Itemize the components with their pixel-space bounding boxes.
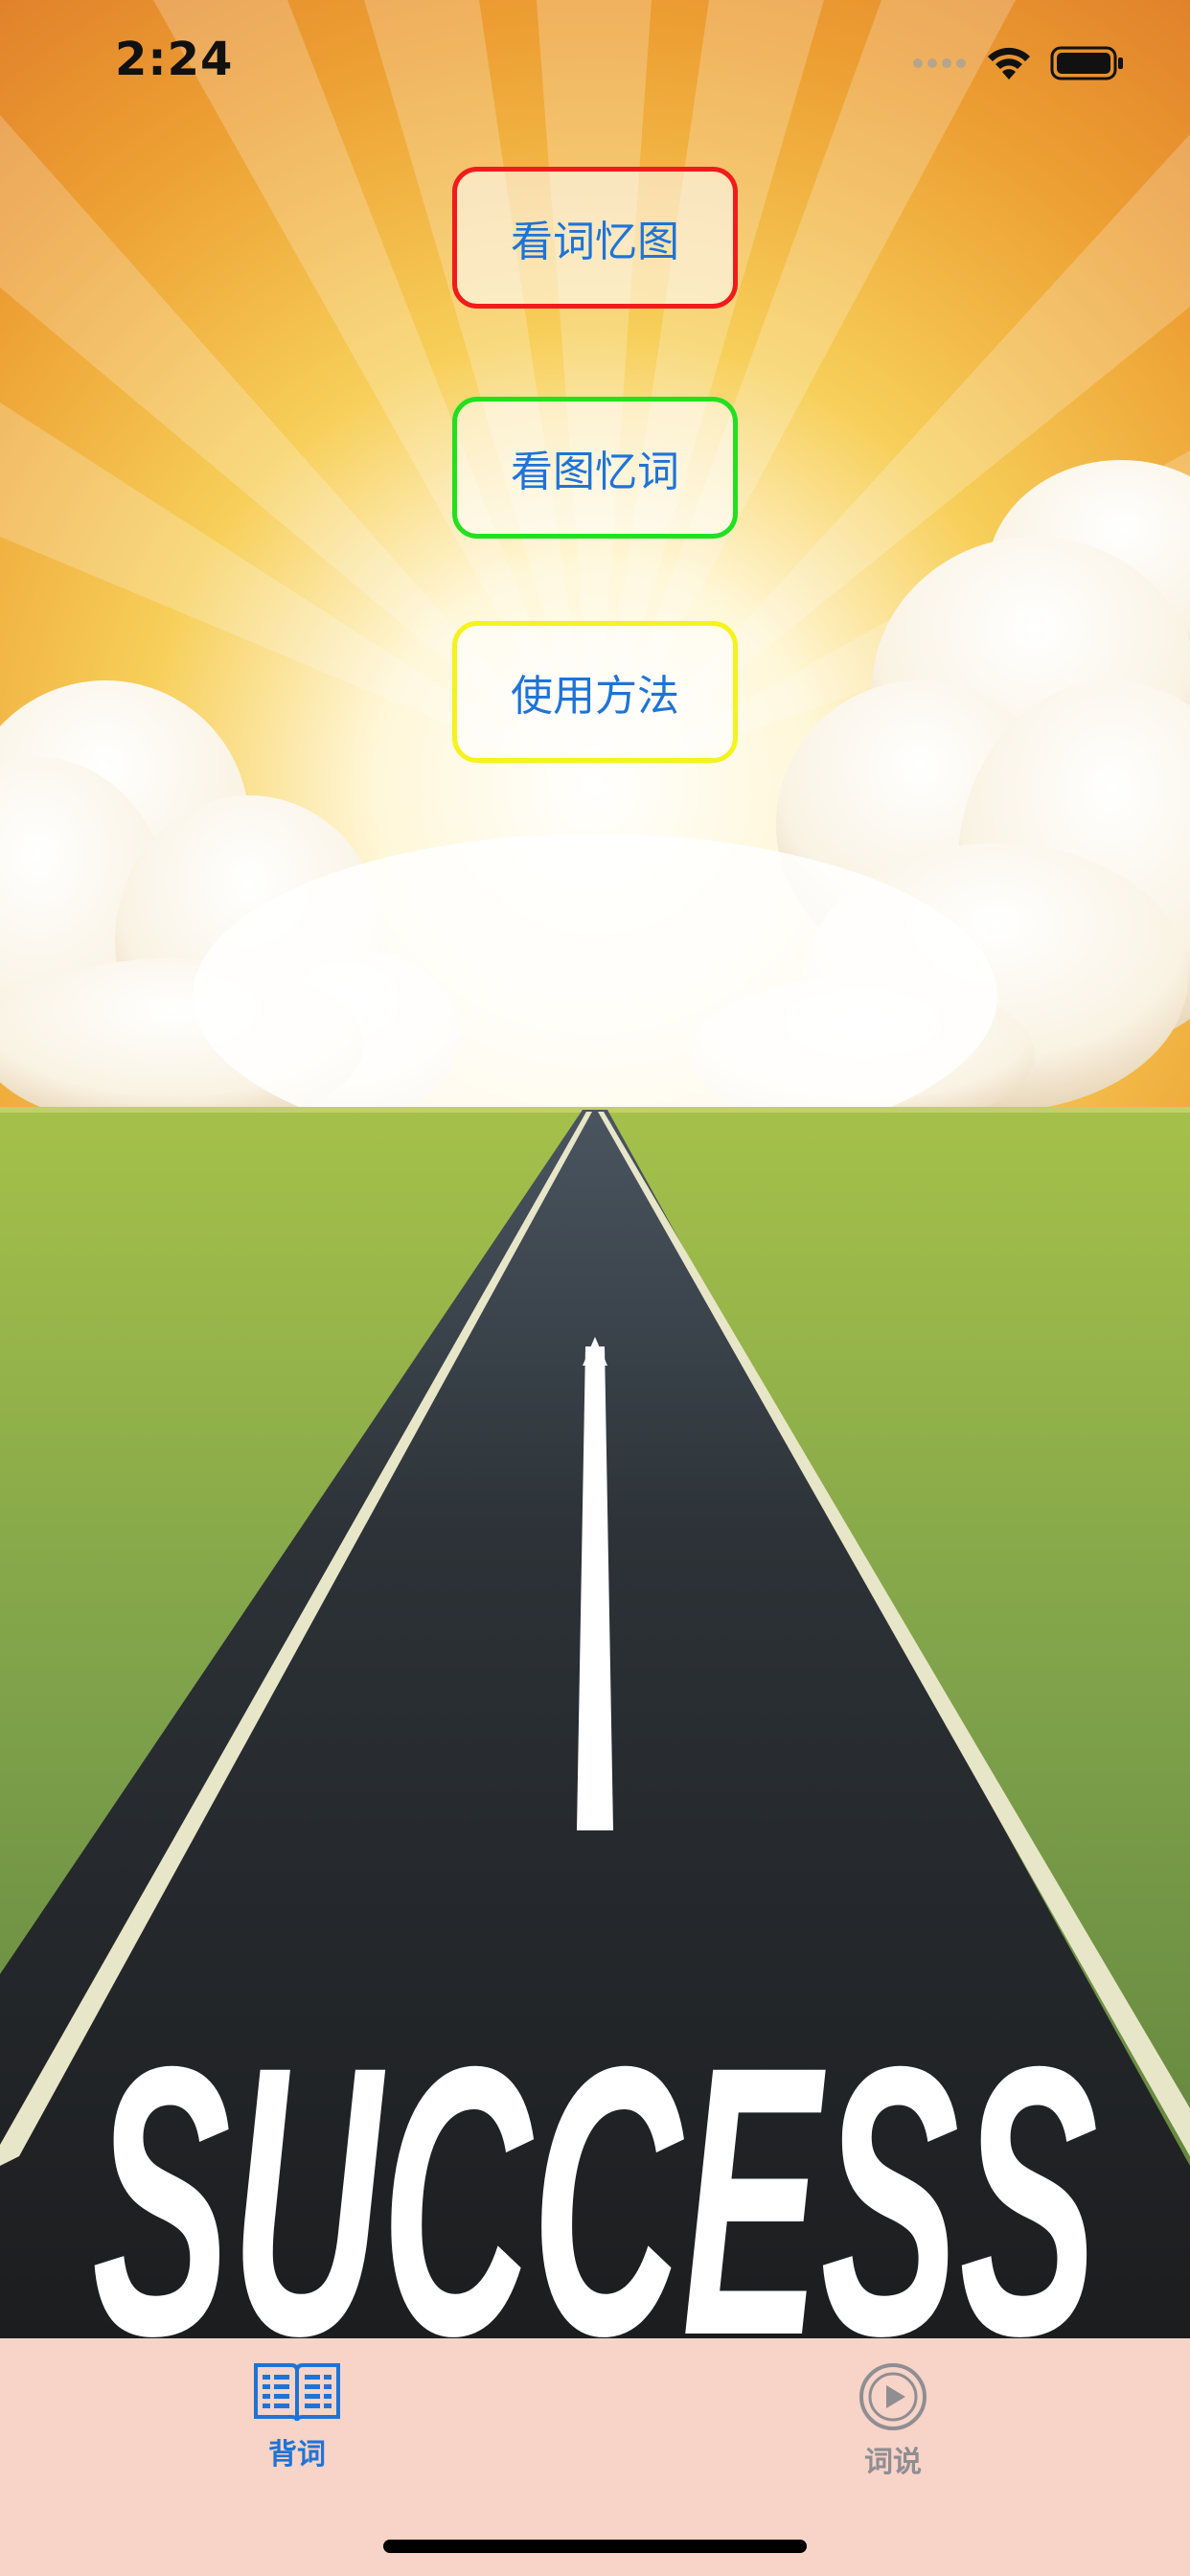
status-bar: 2:24 xyxy=(0,0,1190,126)
tab-memorize-words[interactable]: 背词 xyxy=(182,2361,412,2496)
background-illustration: SUCCESS xyxy=(0,0,1190,2338)
wifi-icon xyxy=(988,47,1030,80)
tab-word-talk-label: 词说 xyxy=(864,2446,922,2479)
look-image-recall-word-button[interactable]: 看图忆词 xyxy=(452,397,738,539)
status-icons xyxy=(912,44,1125,82)
road-success-text: SUCCESS xyxy=(92,1987,1099,2338)
signal-icon xyxy=(913,58,966,68)
status-time: 2:24 xyxy=(115,33,234,86)
tab-bar: 背词 词说 xyxy=(0,2338,1190,2576)
usage-instructions-button[interactable]: 使用方法 xyxy=(452,621,738,763)
tab-word-talk[interactable]: 词说 xyxy=(778,2361,1008,2496)
tab-memorize-words-label: 背词 xyxy=(268,2438,326,2472)
look-word-recall-image-button[interactable]: 看词忆图 xyxy=(452,167,738,309)
battery-icon xyxy=(1050,46,1123,80)
book-icon xyxy=(254,2363,340,2422)
play-circle-icon xyxy=(859,2363,927,2430)
home-indicator xyxy=(383,2540,807,2553)
